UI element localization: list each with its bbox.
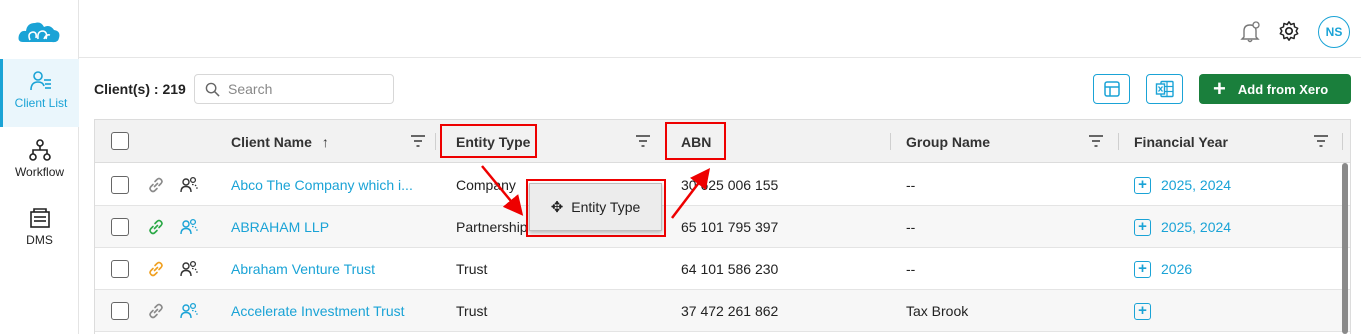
link-icon[interactable] [147,248,165,290]
sidebar-item-client-list[interactable]: Client List [0,59,79,127]
entity-type-cell: Trust [456,261,488,277]
group-users-icon[interactable] [179,248,199,290]
app-window: Client List Workflow DMS NS Client(s): … [0,0,1361,334]
workflow-icon [28,139,51,161]
table-row[interactable]: Abco The Company which i... Company 30 6… [95,164,1350,206]
financial-year-cell: + 2025, 2024 [1134,164,1231,206]
abn-cell: 64 101 586 230 [681,261,779,277]
column-layout-button[interactable] [1093,74,1130,104]
client-list-icon [30,71,51,91]
table-row[interactable]: ABRAHAM LLP Partnership 65 101 795 397 -… [95,206,1350,248]
logo-icon [18,22,60,43]
link-icon[interactable] [147,206,165,248]
column-header-label: Group Name [906,133,991,150]
add-financial-year-button[interactable]: + [1134,302,1151,320]
financial-year-value[interactable]: 2026 [1161,261,1192,277]
link-icon[interactable] [147,164,165,206]
dragged-column-chip[interactable]: ✥ Entity Type [529,183,662,231]
row-checkbox[interactable] [111,260,129,278]
sort-ascending-icon[interactable]: ↑ [322,134,329,150]
row-checkbox[interactable] [111,302,129,320]
settings-gear-icon[interactable] [1278,20,1300,42]
column-separator[interactable] [890,133,891,150]
excel-icon [1155,80,1174,98]
clients-count: Client(s) : 219 [94,81,186,97]
financial-year-cell: + [1134,290,1161,332]
group-name-cell: Tax Brook [906,303,969,319]
client-name-link[interactable]: Accelerate Investment Trust [231,290,405,332]
group-users-icon[interactable] [179,290,199,332]
top-bar [79,0,1361,58]
column-header-financial-year[interactable]: Financial Year [1134,120,1228,163]
search-input[interactable] [228,81,388,97]
notification-bell-icon[interactable] [1239,21,1261,43]
add-financial-year-button[interactable]: + [1134,260,1151,278]
table-row[interactable]: Abraham Venture Trust Trust 64 101 586 2… [95,248,1350,290]
group-name-cell: -- [906,261,916,277]
move-icon: ✥ [550,199,564,216]
group-name-cell: -- [906,219,916,235]
row-checkbox[interactable] [111,218,129,236]
entity-type-cell: Company [456,177,516,193]
search-icon [205,82,220,97]
abn-cell: 37 472 261 862 [681,303,779,319]
filter-icon[interactable] [1313,134,1329,148]
entity-type-cell: Partnership [456,219,528,235]
column-layout-icon [1103,81,1120,97]
column-header-client-name[interactable]: Client Name ↑ [231,120,329,163]
select-all-checkbox[interactable] [111,132,129,150]
add-from-xero-button[interactable]: + Add from Xero [1199,74,1351,104]
dms-icon [29,208,50,228]
user-avatar[interactable]: NS [1318,16,1350,48]
financial-year-cell: + 2026 [1134,248,1192,290]
filter-icon[interactable] [635,134,651,148]
sidebar-item-label: Workflow [14,165,65,179]
abn-cell: 65 101 795 397 [681,219,779,235]
row-checkbox[interactable] [111,176,129,194]
column-separator[interactable] [1118,133,1119,150]
financial-year-value[interactable]: 2025, 2024 [1161,177,1231,193]
entity-type-highlight-box [440,124,537,158]
financial-year-value[interactable]: 2025, 2024 [1161,219,1231,235]
client-name-link[interactable]: Abraham Venture Trust [231,248,375,290]
dragged-column-label: Entity Type [571,199,641,215]
table-row[interactable]: Accelerate Investment Trust Trust 37 472… [95,290,1350,332]
group-users-icon[interactable] [179,164,199,206]
table-scrollbar[interactable] [1342,163,1348,334]
export-excel-button[interactable] [1146,74,1183,104]
filter-icon[interactable] [1088,134,1104,148]
add-financial-year-button[interactable]: + [1134,218,1151,236]
search-box[interactable] [194,74,394,104]
plus-icon: + [1213,76,1226,101]
column-header-label: Client Name [231,133,312,150]
sidebar-item-label: Client List [14,96,68,110]
group-users-icon[interactable] [179,206,199,248]
financial-year-cell: + 2025, 2024 [1134,206,1231,248]
add-from-xero-label: Add from Xero [1237,81,1329,97]
filter-icon[interactable] [410,134,426,148]
abn-cell: 30 625 006 155 [681,177,779,193]
sidebar-item-workflow[interactable]: Workflow [0,138,79,188]
entity-type-cell: Trust [456,303,488,319]
sidebar-item-label: DMS [26,233,53,247]
column-separator[interactable] [1342,133,1343,150]
column-header-group-name[interactable]: Group Name [906,120,990,163]
abn-highlight-box [665,122,726,160]
sidebar: Client List Workflow DMS [0,0,79,334]
client-name-link[interactable]: ABRAHAM LLP [231,206,329,248]
column-header-label: Financial Year [1134,133,1228,150]
column-separator[interactable] [435,133,436,150]
sidebar-item-dms[interactable]: DMS [0,206,79,256]
client-name-link[interactable]: Abco The Company which i... [231,164,413,206]
group-name-cell: -- [906,177,916,193]
add-financial-year-button[interactable]: + [1134,176,1151,194]
link-icon[interactable] [147,290,165,332]
